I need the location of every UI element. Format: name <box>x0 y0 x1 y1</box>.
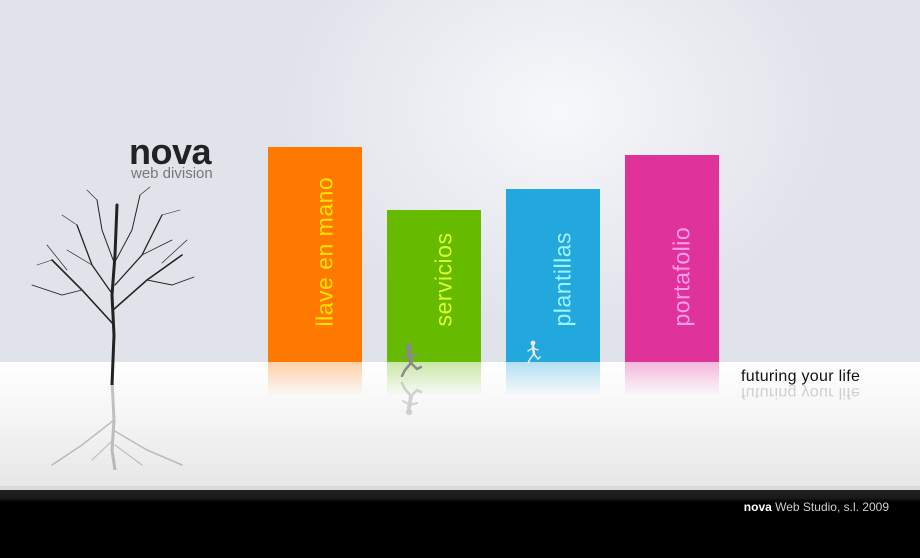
logo-subtitle: web division <box>131 165 213 182</box>
nav-item-label: portafolio <box>668 226 695 327</box>
runner-icon <box>400 343 423 377</box>
footer-copyright: nova Web Studio, s.l. 2009 <box>744 500 889 514</box>
bar-reflection <box>268 362 362 396</box>
footer: nova Web Studio, s.l. 2009 <box>0 490 920 558</box>
nav-item-label: llave en mano <box>311 176 338 327</box>
small-runner-icon <box>527 340 541 364</box>
nav-item-label: plantillas <box>549 232 576 327</box>
footer-text: Web Studio, s.l. 2009 <box>775 500 889 514</box>
footer-brand: nova <box>743 500 772 514</box>
tree-reflection-icon <box>51 380 183 470</box>
nav-item-llave-en-mano[interactable]: llave en mano <box>268 147 362 362</box>
bar-reflection <box>506 362 600 396</box>
nav-item-label: servicios <box>430 232 457 327</box>
nav-item-portafolio[interactable]: portafolio <box>625 155 719 362</box>
nav-item-servicios[interactable]: servicios <box>387 210 481 362</box>
runner-reflection-icon <box>400 382 423 416</box>
stage: nova web division llave en mano servicio… <box>0 0 920 490</box>
tree-icon <box>31 186 195 385</box>
tagline-reflection: futuring your life <box>741 384 861 401</box>
nav-item-plantillas[interactable]: plantillas <box>506 189 600 362</box>
bar-reflection <box>625 362 719 396</box>
